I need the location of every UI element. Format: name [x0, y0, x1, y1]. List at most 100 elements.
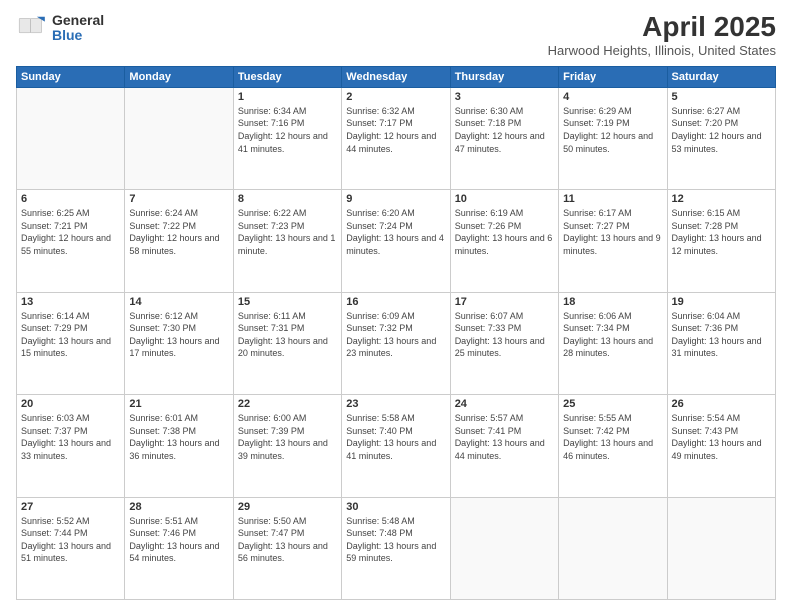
- calendar-cell: [17, 87, 125, 189]
- day-info: Sunrise: 5:58 AMSunset: 7:40 PMDaylight:…: [346, 412, 445, 462]
- calendar-cell: 2 Sunrise: 6:32 AMSunset: 7:17 PMDaylight…: [342, 87, 450, 189]
- day-number: 27: [21, 501, 120, 513]
- day-number: 19: [672, 296, 771, 308]
- calendar-cell: 5Sunrise: 6:27 AMSunset: 7:20 PMDaylight…: [667, 87, 775, 189]
- week-row-3: 13 Sunrise: 6:14 AMSunset: 7:29 PMDayligh…: [17, 292, 776, 394]
- day-info: Sunrise: 6:19 AMSunset: 7:26 PMDaylight:…: [455, 207, 554, 257]
- day-number: 18: [563, 296, 662, 308]
- calendar-cell: 28Sunrise: 5:51 AMSunset: 7:46 PMDayligh…: [125, 497, 233, 599]
- day-info: Sunrise: 6:12 AMSunset: 7:30 PMDaylight:…: [129, 310, 228, 360]
- day-info: Sunrise: 5:50 AMSunset: 7:47 PMDaylight:…: [238, 515, 337, 565]
- header-row: Sunday Monday Tuesday Wednesday Thursday…: [17, 66, 776, 87]
- day-info: Sunrise: 6:32 AMSunset: 7:17 PMDaylight:…: [346, 105, 445, 155]
- day-info: Sunrise: 5:52 AMSunset: 7:44 PMDaylight:…: [21, 515, 120, 565]
- day-number: 22: [238, 398, 337, 410]
- day-number: 9: [346, 193, 445, 205]
- col-wednesday: Wednesday: [342, 66, 450, 87]
- calendar-cell: 18 Sunrise: 6:06 AMSunset: 7:34 PMDayligh…: [559, 292, 667, 394]
- calendar-cell: 6 Sunrise: 6:25 AMSunset: 7:21 PMDaylight…: [17, 190, 125, 292]
- calendar-cell: 15 Sunrise: 6:11 AMSunset: 7:31 PMDayligh…: [233, 292, 341, 394]
- day-info: Sunrise: 6:00 AMSunset: 7:39 PMDaylight:…: [238, 412, 337, 462]
- title-area: April 2025 Harwood Heights, Illinois, Un…: [548, 12, 776, 58]
- day-info: Sunrise: 6:03 AMSunset: 7:37 PMDaylight:…: [21, 412, 120, 462]
- col-monday: Monday: [125, 66, 233, 87]
- calendar-cell: 13 Sunrise: 6:14 AMSunset: 7:29 PMDayligh…: [17, 292, 125, 394]
- main-title: April 2025: [548, 12, 776, 43]
- day-number: 11: [563, 193, 662, 205]
- day-info: Sunrise: 6:29 AMSunset: 7:19 PMDaylight:…: [563, 105, 662, 155]
- calendar-cell: 29 Sunrise: 5:50 AMSunset: 7:47 PMDayligh…: [233, 497, 341, 599]
- day-number: 17: [455, 296, 554, 308]
- day-info: Sunrise: 6:01 AMSunset: 7:38 PMDaylight:…: [129, 412, 228, 462]
- col-friday: Friday: [559, 66, 667, 87]
- day-number: 15: [238, 296, 337, 308]
- day-number: 1: [238, 91, 337, 103]
- day-info: Sunrise: 6:30 AMSunset: 7:18 PMDaylight:…: [455, 105, 554, 155]
- calendar-cell: 4 Sunrise: 6:29 AMSunset: 7:19 PMDaylight…: [559, 87, 667, 189]
- calendar-cell: [125, 87, 233, 189]
- day-number: 6: [21, 193, 120, 205]
- day-info: Sunrise: 6:14 AMSunset: 7:29 PMDaylight:…: [21, 310, 120, 360]
- calendar-cell: 19 Sunrise: 6:04 AMSunset: 7:36 PMDayligh…: [667, 292, 775, 394]
- week-row-5: 27 Sunrise: 5:52 AMSunset: 7:44 PMDayligh…: [17, 497, 776, 599]
- day-number: 13: [21, 296, 120, 308]
- calendar-cell: 27 Sunrise: 5:52 AMSunset: 7:44 PMDayligh…: [17, 497, 125, 599]
- day-info: Sunrise: 6:09 AMSunset: 7:32 PMDaylight:…: [346, 310, 445, 360]
- calendar-cell: 16 Sunrise: 6:09 AMSunset: 7:32 PMDayligh…: [342, 292, 450, 394]
- calendar-cell: 12Sunrise: 6:15 AMSunset: 7:28 PMDayligh…: [667, 190, 775, 292]
- calendar-cell: 25Sunrise: 5:55 AMSunset: 7:42 PMDayligh…: [559, 395, 667, 497]
- day-number: 3: [455, 91, 554, 103]
- calendar-cell: 30 Sunrise: 5:48 AMSunset: 7:48 PMDayligh…: [342, 497, 450, 599]
- day-info: Sunrise: 5:54 AMSunset: 7:43 PMDaylight:…: [672, 412, 771, 462]
- day-number: 21: [129, 398, 228, 410]
- day-number: 4: [563, 91, 662, 103]
- day-info: Sunrise: 6:20 AMSunset: 7:24 PMDaylight:…: [346, 207, 445, 257]
- day-info: Sunrise: 6:24 AMSunset: 7:22 PMDaylight:…: [129, 207, 228, 257]
- subtitle: Harwood Heights, Illinois, United States: [548, 43, 776, 58]
- col-thursday: Thursday: [450, 66, 558, 87]
- day-number: 29: [238, 501, 337, 513]
- calendar-cell: 26 Sunrise: 5:54 AMSunset: 7:43 PMDayligh…: [667, 395, 775, 497]
- header: General Blue April 2025 Harwood Heights,…: [16, 12, 776, 58]
- day-number: 30: [346, 501, 445, 513]
- col-tuesday: Tuesday: [233, 66, 341, 87]
- logo-text: General Blue: [52, 13, 104, 44]
- calendar-cell: 21 Sunrise: 6:01 AMSunset: 7:38 PMDayligh…: [125, 395, 233, 497]
- day-number: 2: [346, 91, 445, 103]
- day-info: Sunrise: 6:15 AMSunset: 7:28 PMDaylight:…: [672, 207, 771, 257]
- calendar-cell: 17Sunrise: 6:07 AMSunset: 7:33 PMDayligh…: [450, 292, 558, 394]
- calendar-cell: 1 Sunrise: 6:34 AMSunset: 7:16 PMDaylight…: [233, 87, 341, 189]
- day-info: Sunrise: 6:04 AMSunset: 7:36 PMDaylight:…: [672, 310, 771, 360]
- calendar-cell: [559, 497, 667, 599]
- week-row-1: 1 Sunrise: 6:34 AMSunset: 7:16 PMDaylight…: [17, 87, 776, 189]
- calendar-table: Sunday Monday Tuesday Wednesday Thursday…: [16, 66, 776, 600]
- logo-general-text: General: [52, 13, 104, 28]
- day-number: 24: [455, 398, 554, 410]
- day-info: Sunrise: 6:11 AMSunset: 7:31 PMDaylight:…: [238, 310, 337, 360]
- calendar-cell: [450, 497, 558, 599]
- day-number: 20: [21, 398, 120, 410]
- day-info: Sunrise: 6:17 AMSunset: 7:27 PMDaylight:…: [563, 207, 662, 257]
- day-number: 26: [672, 398, 771, 410]
- day-info: Sunrise: 6:06 AMSunset: 7:34 PMDaylight:…: [563, 310, 662, 360]
- calendar-cell: 20 Sunrise: 6:03 AMSunset: 7:37 PMDayligh…: [17, 395, 125, 497]
- calendar-cell: 10Sunrise: 6:19 AMSunset: 7:26 PMDayligh…: [450, 190, 558, 292]
- col-sunday: Sunday: [17, 66, 125, 87]
- day-info: Sunrise: 5:48 AMSunset: 7:48 PMDaylight:…: [346, 515, 445, 565]
- logo-blue-text: Blue: [52, 28, 104, 43]
- calendar-cell: 22 Sunrise: 6:00 AMSunset: 7:39 PMDayligh…: [233, 395, 341, 497]
- day-number: 23: [346, 398, 445, 410]
- week-row-2: 6 Sunrise: 6:25 AMSunset: 7:21 PMDaylight…: [17, 190, 776, 292]
- calendar-cell: 3 Sunrise: 6:30 AMSunset: 7:18 PMDaylight…: [450, 87, 558, 189]
- calendar-cell: 11 Sunrise: 6:17 AMSunset: 7:27 PMDayligh…: [559, 190, 667, 292]
- day-info: Sunrise: 6:25 AMSunset: 7:21 PMDaylight:…: [21, 207, 120, 257]
- day-info: Sunrise: 6:34 AMSunset: 7:16 PMDaylight:…: [238, 105, 337, 155]
- week-row-4: 20 Sunrise: 6:03 AMSunset: 7:37 PMDayligh…: [17, 395, 776, 497]
- calendar-cell: 14Sunrise: 6:12 AMSunset: 7:30 PMDayligh…: [125, 292, 233, 394]
- col-saturday: Saturday: [667, 66, 775, 87]
- day-info: Sunrise: 6:22 AMSunset: 7:23 PMDaylight:…: [238, 207, 337, 257]
- day-number: 8: [238, 193, 337, 205]
- day-number: 16: [346, 296, 445, 308]
- logo: General Blue: [16, 12, 104, 44]
- calendar-cell: 9 Sunrise: 6:20 AMSunset: 7:24 PMDaylight…: [342, 190, 450, 292]
